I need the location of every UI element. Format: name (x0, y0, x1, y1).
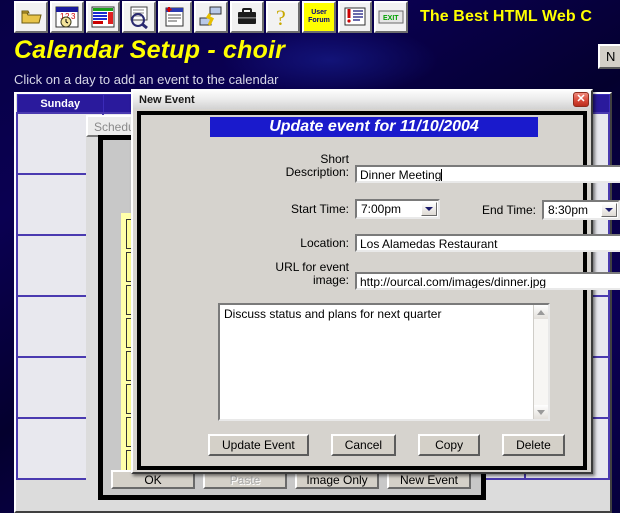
short-description-label: Short Description: (285, 152, 349, 179)
long-description-value: Discuss status and plans for next quarte… (224, 307, 442, 321)
page-title: Calendar Setup - choir (14, 36, 286, 64)
image-url-value: http://ourcal.com/images/dinner.jpg (360, 275, 547, 289)
toolbar: 1 2 3 ? User Forum EXIT The Best HTML We… (0, 0, 620, 34)
dialog-titlebar[interactable]: New Event ✕ (133, 91, 591, 109)
calendar-clock-icon[interactable]: 1 2 3 (50, 1, 84, 33)
textarea-scrollbar[interactable] (533, 305, 548, 419)
dialog-banner: Update event for 11/10/2004 (210, 117, 538, 137)
location-label: Location: (300, 235, 349, 250)
brand-text: The Best HTML Web C (420, 8, 592, 25)
spreadsheet-icon[interactable] (86, 1, 120, 33)
open-folder-icon[interactable] (14, 1, 48, 33)
briefcase-icon[interactable] (230, 1, 264, 33)
alert-document-icon[interactable] (338, 1, 372, 33)
next-month-button[interactable]: N (598, 44, 620, 69)
text-caret (441, 169, 443, 181)
location-input[interactable]: Los Alamedas Restaurant (355, 234, 620, 252)
calendar-header-sunday: Sunday (16, 94, 104, 114)
svg-text:EXIT: EXIT (383, 15, 399, 22)
long-description-textarea[interactable]: Discuss status and plans for next quarte… (218, 303, 550, 421)
location-value: Los Alamedas Restaurant (360, 237, 498, 251)
short-description-row: Short Description: Dinner Meeting (273, 153, 620, 183)
close-icon[interactable]: ✕ (573, 92, 589, 107)
dialog-action-buttons: Update Event Cancel Copy Delete (208, 434, 565, 456)
user-forum-icon[interactable]: User Forum (302, 1, 336, 33)
location-row: Location: Los Alamedas Restaurant (297, 234, 620, 252)
chevron-down-icon[interactable] (601, 203, 617, 217)
screen: 1 2 3 ? User Forum EXIT The Best HTML We… (0, 0, 620, 513)
start-time-select[interactable]: 7:00pm (355, 199, 440, 219)
end-time-label: End Time: (481, 202, 536, 217)
end-time-select[interactable]: 8:30pm (542, 200, 620, 220)
chevron-down-icon[interactable] (421, 202, 437, 216)
image-url-input[interactable]: http://ourcal.com/images/dinner.jpg (355, 272, 620, 290)
start-time-row: Start Time: 7:00pm (288, 199, 440, 219)
copy-button[interactable]: Copy (418, 434, 481, 456)
svg-text:?: ? (276, 5, 286, 29)
user-forum-line1: User (311, 9, 327, 16)
end-time-row: End Time: 8:30pm (478, 200, 620, 220)
scroll-down-icon[interactable] (534, 405, 548, 419)
scroll-up-icon[interactable] (534, 305, 548, 319)
short-description-value: Dinner Meeting (360, 168, 442, 182)
search-documents-icon[interactable] (122, 1, 156, 33)
image-url-label: URL for event image: (275, 260, 349, 287)
user-forum-line2: Forum (308, 17, 330, 24)
svg-text:3: 3 (71, 12, 76, 21)
exit-icon[interactable]: EXIT (374, 1, 408, 33)
scrollbar-track[interactable] (534, 319, 548, 405)
document-edit-icon[interactable] (158, 1, 192, 33)
start-time-label: Start Time: (290, 201, 349, 216)
dialog-title: New Event (139, 94, 195, 106)
start-time-value: 7:00pm (361, 202, 402, 216)
image-url-row: URL for event image: http://ourcal.com/i… (265, 261, 620, 290)
help-question-icon[interactable]: ? (266, 1, 300, 33)
update-event-button[interactable]: Update Event (208, 434, 309, 456)
page-subtitle: Click on a day to add an event to the ca… (14, 72, 279, 87)
end-time-value: 8:30pm (548, 203, 589, 217)
cancel-button[interactable]: Cancel (330, 434, 397, 456)
network-computers-icon[interactable] (194, 1, 228, 33)
short-description-input[interactable]: Dinner Meeting (355, 165, 620, 183)
delete-button[interactable]: Delete (502, 434, 565, 456)
